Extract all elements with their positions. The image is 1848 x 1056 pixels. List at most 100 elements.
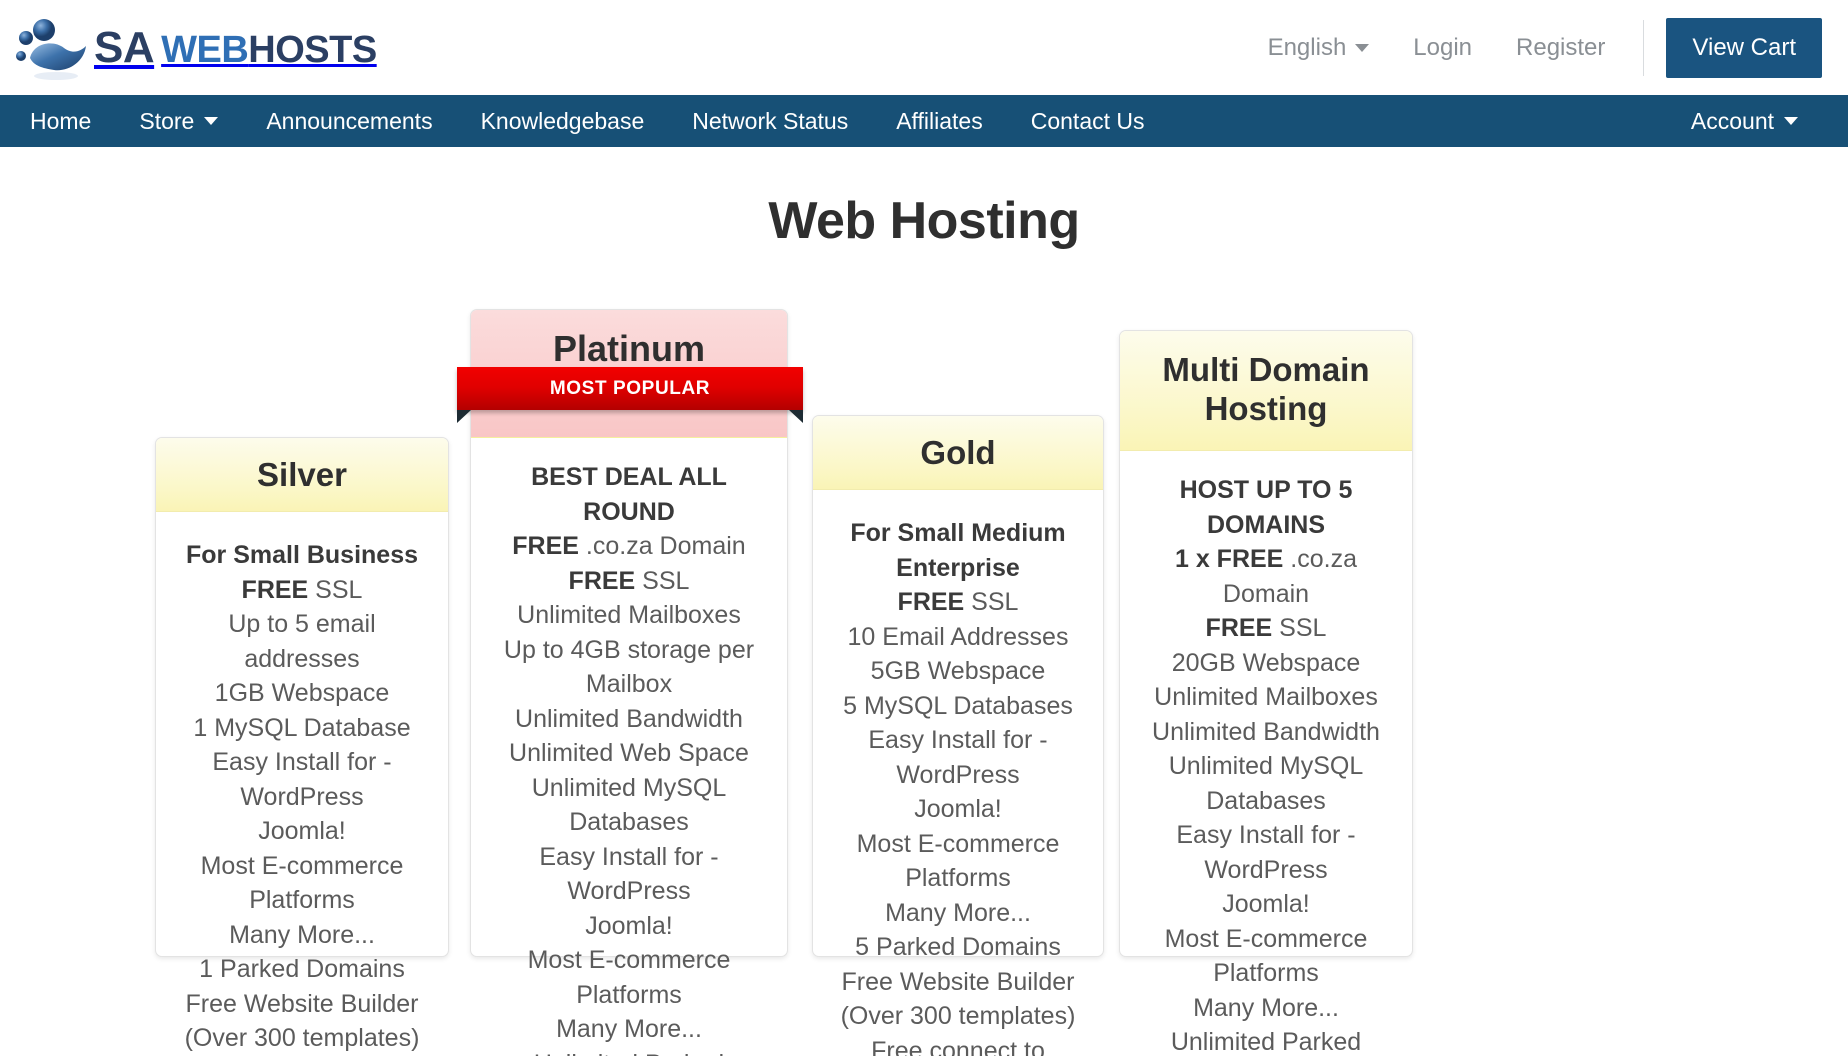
login-link[interactable]: Login — [1391, 34, 1494, 62]
nav-item-announcements[interactable]: Announcements — [242, 95, 456, 147]
plan-feature-line: Most E-commerce — [1164, 924, 1368, 953]
ribbon-fold-right-icon — [789, 410, 803, 423]
nav-item-contact-us[interactable]: Contact Us — [1007, 95, 1169, 147]
plan-feature-line: Joomla! — [258, 817, 346, 845]
nav-right-group: Account — [1667, 95, 1822, 147]
plan-features-multidomain: HOST UP TO 5 DOMAINS 1 x FREE .co.za Doma… — [1120, 451, 1412, 1056]
plan-feature-line: Free connect to ItSoEzi.com — [871, 1036, 1045, 1056]
nav-item-store-label: Store — [139, 108, 195, 134]
plan-feature-line: WordPress — [567, 877, 691, 905]
plan-feature-line: HOST UP TO 5 DOMAINS — [1134, 473, 1398, 542]
nav-item-account[interactable]: Account — [1667, 95, 1822, 147]
plan-feature-line: Most E-commerce — [856, 829, 1060, 858]
plan-feature-emphasis: BEST DEAL ALL ROUND — [531, 463, 727, 526]
plan-feature-emphasis: For Small Business — [185, 541, 419, 569]
plan-feature-line: Easy Install for - — [868, 726, 1048, 754]
language-selector-label: English — [1267, 33, 1347, 61]
plan-feature-line: 10 Email Addresses — [847, 622, 1069, 651]
register-link[interactable]: Register — [1494, 34, 1627, 62]
plan-feature-line: Platforms — [1213, 959, 1319, 987]
ribbon-fold-left-icon — [457, 410, 471, 423]
plan-feature-line: Databases — [1206, 786, 1326, 815]
header-utility-nav: English Login Register View Cart — [1246, 17, 1822, 78]
sa-webhosts-logo-icon — [10, 12, 94, 84]
plan-feature-emphasis: 1 x FREE — [1174, 545, 1284, 573]
plan-feature-line: FREE SSL — [568, 566, 690, 595]
site-logo[interactable]: SA WEB HOSTS — [10, 10, 377, 86]
plan-features-gold: For Small Medium Enterprise FREE SSL 10 Ema… — [813, 490, 1103, 1056]
plan-feature-line: WordPress — [240, 782, 364, 811]
plan-feature-line: Unlimited Parked Domains — [1170, 1028, 1362, 1056]
nav-item-home[interactable]: Home — [0, 95, 115, 147]
plan-feature-line: 1 MySQL Database — [193, 713, 411, 742]
logo-text-hosts: HOSTS — [248, 28, 377, 71]
plan-feature-line: Unlimited Mailboxes — [517, 601, 741, 629]
most-popular-badge: MOST POPULAR — [457, 367, 803, 423]
plan-feature-emphasis: FREE — [568, 566, 636, 595]
plan-features-silver: For Small Business FREE SSL Up to 5 email … — [156, 512, 448, 1056]
plan-card-gold[interactable]: Gold For Small Medium Enterprise FREE SSL 1… — [812, 415, 1104, 1056]
plan-feature-line: Unlimited Web Space — [509, 739, 749, 767]
most-popular-badge-label: MOST POPULAR — [549, 377, 711, 399]
plan-feature-line: Many More... — [1193, 993, 1339, 1022]
plan-feature-line: Platforms — [249, 886, 355, 914]
plan-feature-line: 5 MySQL Databases — [843, 691, 1073, 720]
plan-feature-line: Joomla! — [1222, 890, 1310, 918]
plan-feature-line: 1 x FREE .co.za Domain — [1174, 545, 1358, 608]
language-selector[interactable]: English — [1246, 34, 1392, 62]
plan-feature-line: 20GB Webspace — [1171, 648, 1361, 677]
plan-card-silver[interactable]: Silver For Small Business FREE SSL Up to 5… — [155, 437, 449, 1052]
plan-feature-line: WordPress — [896, 760, 1020, 789]
plan-feature-line: Platforms — [905, 864, 1011, 892]
nav-item-network-status[interactable]: Network Status — [668, 95, 872, 147]
nav-item-store[interactable]: Store — [115, 95, 242, 147]
header-bar: SA WEB HOSTS English Login Register View… — [0, 0, 1848, 95]
plan-feature-line: Platforms — [576, 980, 682, 1009]
plan-feature-line: BEST DEAL ALL ROUND — [485, 460, 773, 529]
plan-feature-line: (Over 300 templates) — [184, 1024, 420, 1052]
plan-feature-line: For Small Medium — [827, 516, 1089, 551]
page-title: Web Hosting — [768, 192, 1080, 250]
plan-feature-line: Unlimited Bandwidth — [515, 704, 743, 733]
plan-feature-line: 5GB Webspace — [870, 657, 1046, 685]
plan-feature-emphasis: FREE — [1205, 614, 1273, 642]
plan-feature-line: Up to 4GB storage per — [503, 635, 755, 664]
plan-feature-line: Databases — [569, 808, 689, 836]
plan-feature-line: Unlimited MySQL — [531, 773, 727, 802]
plan-feature-line: Unlimited MySQL — [1168, 752, 1364, 780]
plan-feature-line: Free Website Builder — [185, 989, 419, 1018]
plan-feature-line: Many More... — [885, 898, 1031, 927]
plan-feature-line: Up to 5 email addresses — [228, 610, 376, 673]
logo-text-sa: SA — [94, 22, 155, 72]
plan-title-silver: Silver — [156, 438, 448, 512]
plan-feature-line: 1GB Webspace — [214, 679, 390, 707]
plan-feature-line: Easy Install for - — [212, 748, 392, 776]
plan-feature-line: Many More... — [229, 920, 375, 949]
plan-feature-line: Many More... — [556, 1015, 702, 1043]
nav-item-affiliates[interactable]: Affiliates — [872, 95, 1007, 147]
nav-item-account-label: Account — [1690, 108, 1774, 134]
plan-title-platinum: Platinum — [552, 328, 705, 369]
plan-feature-line: Most E-commerce — [527, 946, 731, 974]
plan-feature-emphasis: HOST UP TO 5 DOMAINS — [1179, 476, 1353, 539]
plan-feature-line: Joomla! — [585, 911, 673, 940]
plan-card-multidomain[interactable]: Multi Domain Hosting HOST UP TO 5 DOMAIN… — [1119, 330, 1413, 1056]
logo-text-web: WEB — [161, 28, 249, 71]
plan-feature-emphasis: FREE — [897, 588, 965, 616]
plan-title-multidomain: Multi Domain Hosting — [1120, 331, 1412, 451]
plan-feature-line: (Over 300 templates) — [840, 1002, 1076, 1030]
plan-feature-line: Unlimited Mailboxes — [1154, 683, 1378, 711]
header-divider — [1643, 19, 1645, 76]
plan-feature-emphasis: Enterprise — [896, 553, 1020, 582]
plan-feature-line: Free Website Builder — [841, 967, 1075, 996]
plan-feature-line: Mailbox — [585, 670, 673, 698]
view-cart-button[interactable]: View Cart — [1666, 17, 1822, 78]
plan-feature-line: WordPress — [1204, 855, 1328, 884]
plan-feature-line: FREE SSL — [1205, 614, 1327, 642]
plan-feature-emphasis: FREE — [512, 532, 579, 560]
nav-item-knowledgebase[interactable]: Knowledgebase — [457, 95, 669, 147]
plan-card-platinum[interactable]: Platinum MOST POPULAR BEST DEAL ALL ROUN… — [457, 309, 803, 1056]
plan-feature-emphasis: For Small Medium — [850, 519, 1066, 547]
chevron-down-icon — [204, 117, 219, 125]
plan-feature-line: Easy Install for - — [1176, 821, 1356, 849]
